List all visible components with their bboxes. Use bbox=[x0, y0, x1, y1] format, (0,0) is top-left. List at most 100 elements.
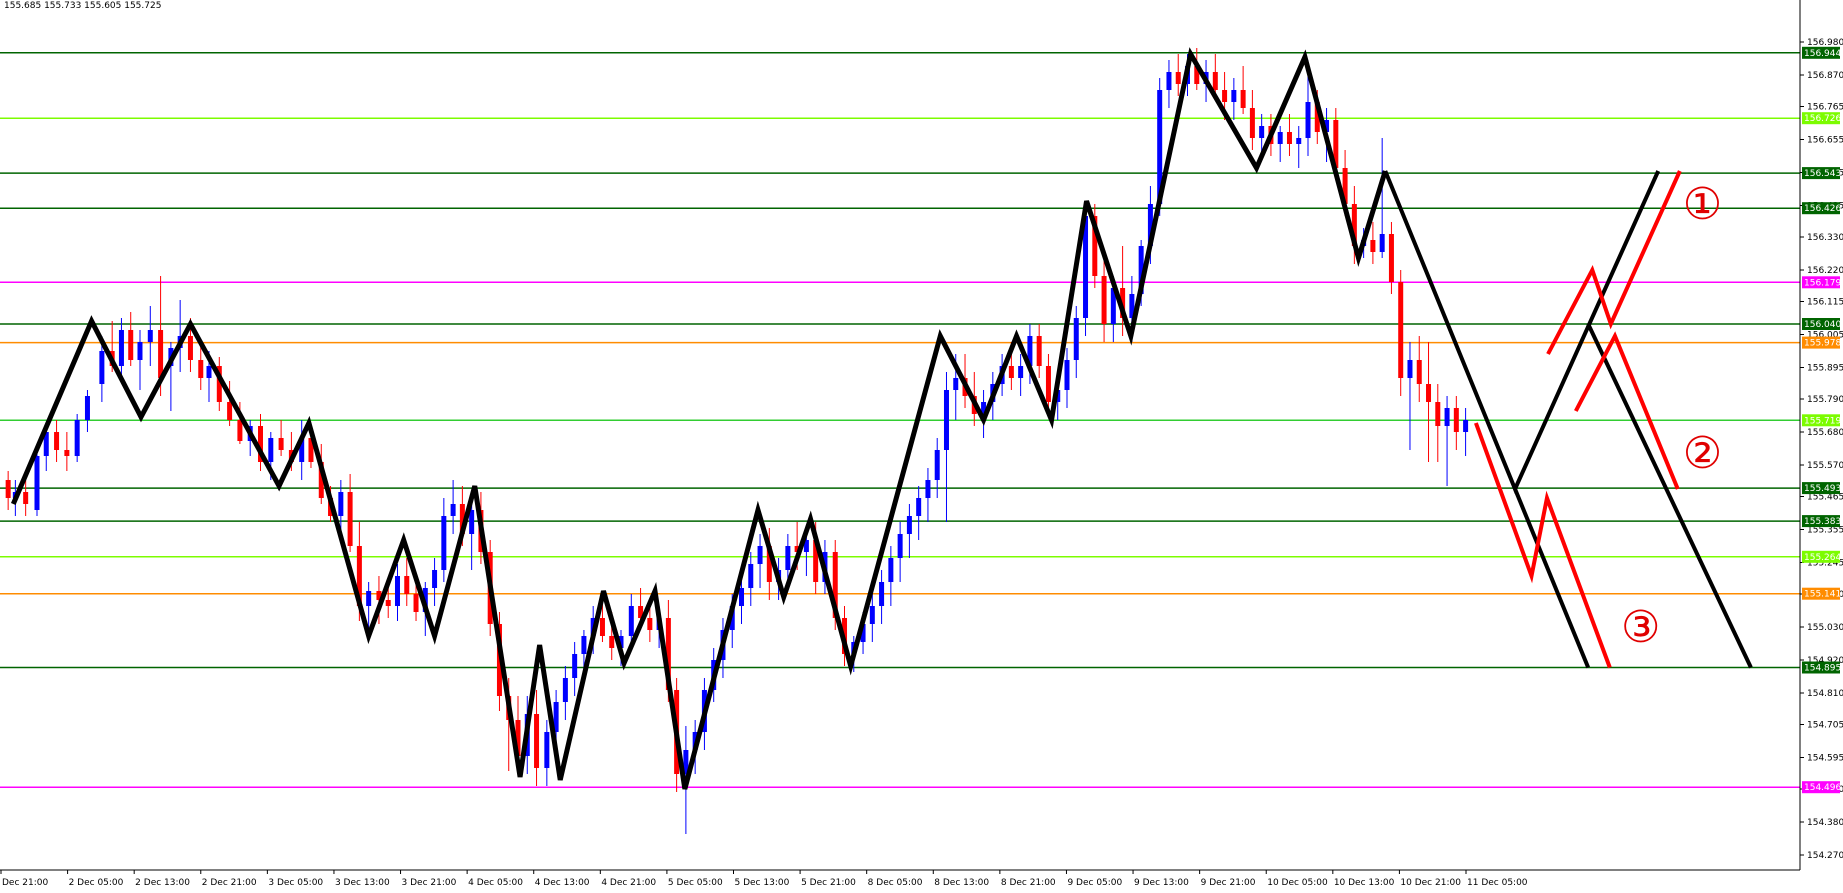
candle-body-8 bbox=[84, 396, 90, 420]
candle-body-43 bbox=[432, 570, 438, 588]
candle-body-34 bbox=[347, 492, 353, 546]
level-label-1: 156.726 bbox=[1804, 114, 1841, 124]
candle-body-95 bbox=[916, 498, 922, 516]
candle-body-39 bbox=[394, 576, 400, 606]
candle-body-144 bbox=[1370, 240, 1376, 252]
candle-body-132 bbox=[1259, 126, 1265, 138]
candle-body-7 bbox=[74, 420, 80, 456]
x-tick-label-7: 4 Dec 05:00 bbox=[468, 878, 523, 888]
candle-body-131 bbox=[1249, 108, 1255, 138]
candle-body-44 bbox=[441, 516, 447, 570]
level-labels: 156.944 156.726 156.543 156.426 156.179 156.0… bbox=[1802, 46, 1841, 794]
candle-body-134 bbox=[1277, 132, 1283, 144]
candle-body-148 bbox=[1407, 360, 1413, 378]
projection-red-0 bbox=[1474, 422, 1612, 669]
candle-body-147 bbox=[1398, 282, 1404, 378]
x-tick-label-20: 10 Dec 13:00 bbox=[1334, 878, 1395, 888]
x-tick-label-14: 8 Dec 13:00 bbox=[934, 878, 989, 888]
x-tick-label-17: 9 Dec 13:00 bbox=[1134, 878, 1189, 888]
candle-body-20 bbox=[206, 366, 212, 378]
level-label-0: 156.944 bbox=[1804, 49, 1841, 59]
y-tick-label-2: 156.765 bbox=[1807, 103, 1843, 113]
candle-body-94 bbox=[906, 516, 912, 534]
x-tick-label-2: 2 Dec 13:00 bbox=[135, 878, 190, 888]
candle-body-59 bbox=[581, 636, 587, 654]
candle-body-135 bbox=[1286, 132, 1292, 144]
level-label-4: 156.179 bbox=[1804, 278, 1841, 288]
y-tick-label-18: 155.030 bbox=[1807, 623, 1843, 633]
candle-body-145 bbox=[1379, 234, 1385, 252]
candle-body-105 bbox=[1008, 366, 1014, 378]
candle-body-96 bbox=[925, 480, 931, 498]
y-tick-label-8: 156.115 bbox=[1807, 298, 1843, 308]
candle-body-41 bbox=[413, 594, 419, 612]
level-label-8: 155.493 bbox=[1804, 484, 1841, 494]
y-tick-label-21: 154.705 bbox=[1807, 721, 1843, 731]
level-lines bbox=[0, 52, 1800, 788]
candle-body-146 bbox=[1388, 234, 1394, 282]
candle-body-127 bbox=[1212, 72, 1218, 90]
y-tick-label-10: 155.895 bbox=[1807, 364, 1843, 374]
y-tick-label-3: 156.655 bbox=[1807, 136, 1843, 146]
candle-body-14 bbox=[147, 330, 153, 342]
candle-body-128 bbox=[1222, 90, 1228, 102]
candle-body-136 bbox=[1296, 138, 1302, 144]
candle-body-38 bbox=[385, 600, 391, 606]
level-label-11: 155.141 bbox=[1804, 590, 1841, 600]
candle-body-33 bbox=[338, 492, 344, 516]
projection-red-1 bbox=[1546, 170, 1682, 355]
candle-body-78 bbox=[757, 546, 763, 564]
candle-body-151 bbox=[1435, 402, 1441, 426]
candle-body-66 bbox=[647, 618, 653, 630]
candle-body-92 bbox=[888, 558, 894, 582]
y-tick-label-13: 155.570 bbox=[1807, 461, 1843, 471]
candle-body-57 bbox=[562, 678, 568, 702]
time-axis: Dec 21:00 2 Dec 05:00 2 Dec 13:00 2 Dec 21:… bbox=[0, 869, 1800, 888]
candle-body-112 bbox=[1073, 318, 1079, 360]
candle-body-123 bbox=[1175, 72, 1181, 84]
y-tick-label-0: 156.980 bbox=[1807, 38, 1843, 48]
candle-body-149 bbox=[1416, 360, 1422, 384]
candle-body-3 bbox=[34, 456, 40, 510]
candle-body-5 bbox=[54, 432, 60, 450]
level-label-6: 155.978 bbox=[1804, 339, 1841, 349]
candle-body-26 bbox=[268, 438, 274, 462]
candle-body-122 bbox=[1166, 72, 1172, 90]
x-tick-label-18: 9 Dec 21:00 bbox=[1201, 878, 1256, 888]
candle-body-62 bbox=[609, 636, 615, 648]
candle-body-0 bbox=[5, 480, 11, 498]
level-label-10: 155.264 bbox=[1804, 553, 1841, 563]
y-tick-label-1: 156.870 bbox=[1807, 71, 1843, 81]
x-tick-label-19: 10 Dec 05:00 bbox=[1267, 878, 1328, 888]
candle-body-99 bbox=[953, 378, 959, 390]
candle-body-36 bbox=[366, 591, 372, 606]
x-tick-label-5: 3 Dec 13:00 bbox=[335, 878, 390, 888]
price-chart[interactable]: ①②③ 156.980156.870156.765156.655156.5451… bbox=[0, 0, 1843, 893]
candle-body-106 bbox=[1018, 366, 1024, 378]
candle-body-6 bbox=[64, 450, 70, 456]
y-tick-label-25: 154.270 bbox=[1807, 851, 1843, 861]
candle-body-129 bbox=[1231, 90, 1237, 102]
y-tick-label-11: 155.790 bbox=[1807, 395, 1843, 405]
projection-black-2 bbox=[1586, 323, 1753, 669]
candle-body-58 bbox=[572, 654, 578, 678]
candle-body-153 bbox=[1453, 408, 1459, 432]
level-label-7: 155.719 bbox=[1804, 416, 1841, 426]
y-tick-label-7: 156.220 bbox=[1807, 266, 1843, 276]
x-tick-label-11: 5 Dec 13:00 bbox=[735, 878, 790, 888]
candle-body-22 bbox=[227, 402, 233, 420]
x-tick-label-16: 9 Dec 05:00 bbox=[1067, 878, 1122, 888]
level-label-13: 154.496 bbox=[1804, 783, 1841, 793]
candle-body-61 bbox=[599, 618, 605, 636]
projection-red-2 bbox=[1574, 331, 1680, 490]
x-tick-label-12: 5 Dec 21:00 bbox=[801, 878, 856, 888]
candle-body-9 bbox=[99, 351, 105, 384]
level-label-12: 154.895 bbox=[1804, 664, 1841, 674]
x-tick-label-10: 5 Dec 05:00 bbox=[668, 878, 723, 888]
candle-body-152 bbox=[1444, 408, 1450, 426]
zigzag-line bbox=[11, 47, 1388, 790]
x-tick-label-21: 10 Dec 21:00 bbox=[1400, 878, 1461, 888]
candle-body-91 bbox=[879, 582, 885, 606]
candle-body-19 bbox=[198, 360, 204, 378]
x-tick-label-15: 8 Dec 21:00 bbox=[1001, 878, 1056, 888]
